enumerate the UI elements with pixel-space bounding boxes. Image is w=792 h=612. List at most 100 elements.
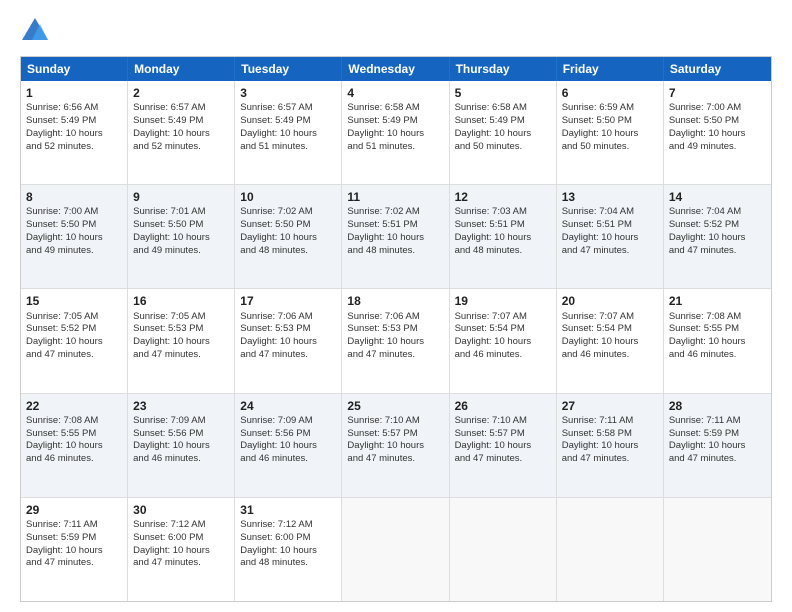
- calendar-row-1: 8Sunrise: 7:00 AMSunset: 5:50 PMDaylight…: [21, 184, 771, 288]
- day-number: 7: [669, 85, 766, 101]
- calendar-cell: 31Sunrise: 7:12 AMSunset: 6:00 PMDayligh…: [235, 498, 342, 601]
- day-info-line: Daylight: 10 hours: [240, 232, 336, 245]
- calendar-cell: 13Sunrise: 7:04 AMSunset: 5:51 PMDayligh…: [557, 185, 664, 288]
- day-info-line: and 48 minutes.: [240, 245, 336, 258]
- day-info-line: and 46 minutes.: [26, 453, 122, 466]
- day-info-line: Sunset: 5:50 PM: [240, 219, 336, 232]
- day-info-line: Sunrise: 7:06 AM: [347, 311, 443, 324]
- day-info-line: Daylight: 10 hours: [240, 545, 336, 558]
- day-number: 9: [133, 189, 229, 205]
- day-info-line: Sunrise: 7:01 AM: [133, 206, 229, 219]
- day-info-line: Sunrise: 7:05 AM: [133, 311, 229, 324]
- day-number: 27: [562, 398, 658, 414]
- calendar-cell: [664, 498, 771, 601]
- day-info-line: Daylight: 10 hours: [669, 440, 766, 453]
- day-info-line: Daylight: 10 hours: [133, 128, 229, 141]
- day-number: 31: [240, 502, 336, 518]
- day-number: 18: [347, 293, 443, 309]
- day-number: 4: [347, 85, 443, 101]
- day-number: 20: [562, 293, 658, 309]
- day-info-line: Sunset: 5:52 PM: [26, 323, 122, 336]
- day-info-line: Sunset: 5:54 PM: [455, 323, 551, 336]
- day-info-line: and 47 minutes.: [240, 349, 336, 362]
- day-info-line: Sunset: 5:56 PM: [240, 428, 336, 441]
- day-number: 16: [133, 293, 229, 309]
- logo-icon: [20, 16, 50, 46]
- calendar-cell: 7Sunrise: 7:00 AMSunset: 5:50 PMDaylight…: [664, 81, 771, 184]
- day-info-line: and 48 minutes.: [240, 557, 336, 570]
- header-cell-monday: Monday: [128, 57, 235, 81]
- day-number: 6: [562, 85, 658, 101]
- calendar-cell: 10Sunrise: 7:02 AMSunset: 5:50 PMDayligh…: [235, 185, 342, 288]
- calendar-cell: 28Sunrise: 7:11 AMSunset: 5:59 PMDayligh…: [664, 394, 771, 497]
- header-cell-friday: Friday: [557, 57, 664, 81]
- day-info-line: and 47 minutes.: [347, 453, 443, 466]
- day-info-line: Daylight: 10 hours: [562, 128, 658, 141]
- calendar-cell: 9Sunrise: 7:01 AMSunset: 5:50 PMDaylight…: [128, 185, 235, 288]
- day-info-line: Sunset: 6:00 PM: [133, 532, 229, 545]
- calendar-cell: 6Sunrise: 6:59 AMSunset: 5:50 PMDaylight…: [557, 81, 664, 184]
- calendar-cell: [557, 498, 664, 601]
- day-info-line: Daylight: 10 hours: [240, 336, 336, 349]
- day-info-line: Sunset: 5:50 PM: [133, 219, 229, 232]
- day-info-line: Daylight: 10 hours: [347, 128, 443, 141]
- header-cell-thursday: Thursday: [450, 57, 557, 81]
- day-number: 12: [455, 189, 551, 205]
- day-info-line: Daylight: 10 hours: [26, 232, 122, 245]
- day-number: 3: [240, 85, 336, 101]
- calendar-cell: 14Sunrise: 7:04 AMSunset: 5:52 PMDayligh…: [664, 185, 771, 288]
- calendar-row-2: 15Sunrise: 7:05 AMSunset: 5:52 PMDayligh…: [21, 288, 771, 392]
- calendar-cell: 8Sunrise: 7:00 AMSunset: 5:50 PMDaylight…: [21, 185, 128, 288]
- day-info-line: Sunset: 5:50 PM: [26, 219, 122, 232]
- day-info-line: Sunrise: 7:08 AM: [26, 415, 122, 428]
- day-info-line: and 46 minutes.: [240, 453, 336, 466]
- day-info-line: Sunrise: 7:10 AM: [455, 415, 551, 428]
- day-info-line: and 46 minutes.: [562, 349, 658, 362]
- day-info-line: and 50 minutes.: [455, 141, 551, 154]
- day-info-line: Sunrise: 7:11 AM: [562, 415, 658, 428]
- day-number: 23: [133, 398, 229, 414]
- day-info-line: Sunset: 5:59 PM: [669, 428, 766, 441]
- day-info-line: and 51 minutes.: [240, 141, 336, 154]
- day-info-line: Daylight: 10 hours: [26, 336, 122, 349]
- day-info-line: Daylight: 10 hours: [240, 128, 336, 141]
- calendar-row-3: 22Sunrise: 7:08 AMSunset: 5:55 PMDayligh…: [21, 393, 771, 497]
- day-number: 26: [455, 398, 551, 414]
- calendar-cell: 11Sunrise: 7:02 AMSunset: 5:51 PMDayligh…: [342, 185, 449, 288]
- day-info-line: Sunset: 5:52 PM: [669, 219, 766, 232]
- day-info-line: Sunrise: 6:59 AM: [562, 102, 658, 115]
- day-info-line: Daylight: 10 hours: [455, 128, 551, 141]
- day-info-line: Daylight: 10 hours: [669, 128, 766, 141]
- day-number: 28: [669, 398, 766, 414]
- calendar-cell: 2Sunrise: 6:57 AMSunset: 5:49 PMDaylight…: [128, 81, 235, 184]
- day-number: 30: [133, 502, 229, 518]
- calendar-cell: [342, 498, 449, 601]
- day-number: 10: [240, 189, 336, 205]
- day-number: 2: [133, 85, 229, 101]
- calendar-cell: 26Sunrise: 7:10 AMSunset: 5:57 PMDayligh…: [450, 394, 557, 497]
- header-cell-saturday: Saturday: [664, 57, 771, 81]
- calendar-row-0: 1Sunrise: 6:56 AMSunset: 5:49 PMDaylight…: [21, 81, 771, 184]
- day-number: 5: [455, 85, 551, 101]
- day-info-line: and 47 minutes.: [562, 245, 658, 258]
- day-info-line: Sunset: 6:00 PM: [240, 532, 336, 545]
- calendar-cell: 24Sunrise: 7:09 AMSunset: 5:56 PMDayligh…: [235, 394, 342, 497]
- day-info-line: Sunset: 5:59 PM: [26, 532, 122, 545]
- day-info-line: Sunrise: 7:12 AM: [133, 519, 229, 532]
- day-info-line: Daylight: 10 hours: [455, 440, 551, 453]
- day-info-line: Sunset: 5:50 PM: [562, 115, 658, 128]
- day-number: 17: [240, 293, 336, 309]
- day-info-line: Sunrise: 7:05 AM: [26, 311, 122, 324]
- day-info-line: Daylight: 10 hours: [455, 232, 551, 245]
- day-info-line: Sunset: 5:54 PM: [562, 323, 658, 336]
- day-info-line: Sunrise: 6:57 AM: [133, 102, 229, 115]
- day-info-line: Sunset: 5:49 PM: [347, 115, 443, 128]
- day-info-line: and 47 minutes.: [133, 557, 229, 570]
- day-info-line: Sunrise: 7:06 AM: [240, 311, 336, 324]
- day-info-line: Sunset: 5:49 PM: [26, 115, 122, 128]
- day-info-line: Daylight: 10 hours: [133, 232, 229, 245]
- day-info-line: Daylight: 10 hours: [347, 336, 443, 349]
- calendar-cell: 15Sunrise: 7:05 AMSunset: 5:52 PMDayligh…: [21, 289, 128, 392]
- day-number: 22: [26, 398, 122, 414]
- calendar-cell: 4Sunrise: 6:58 AMSunset: 5:49 PMDaylight…: [342, 81, 449, 184]
